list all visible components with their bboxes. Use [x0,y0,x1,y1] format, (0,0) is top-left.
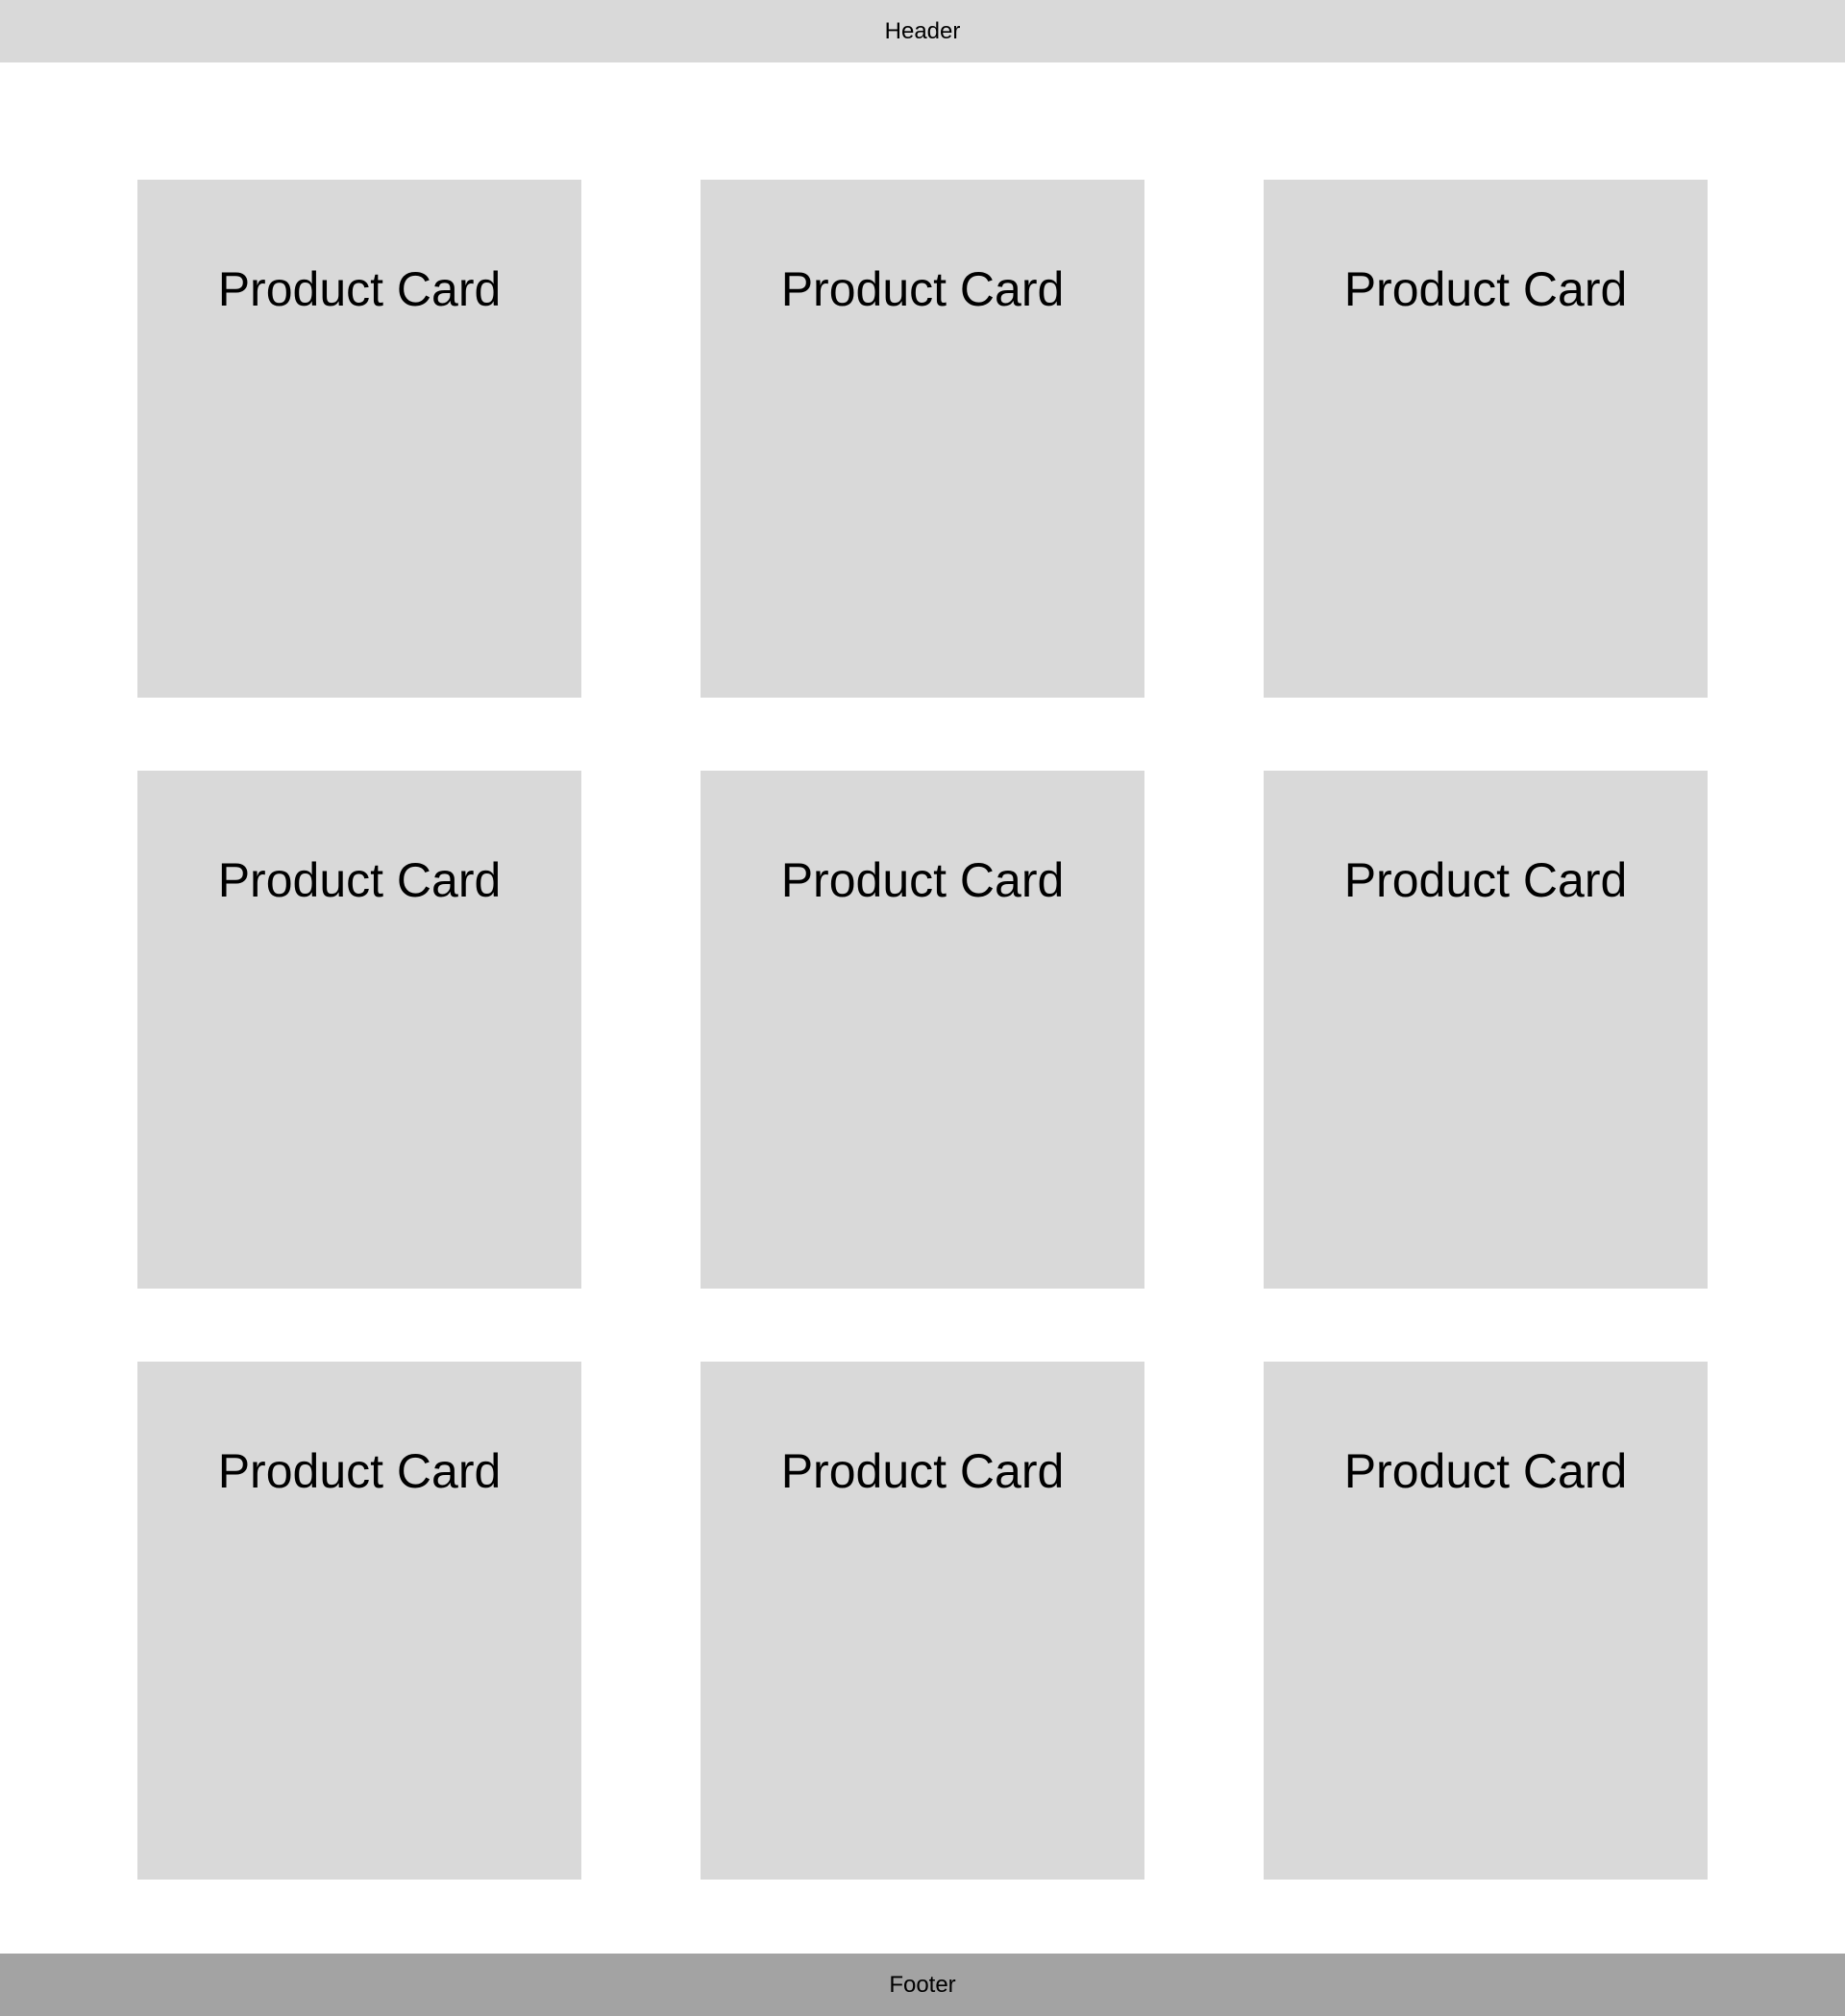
product-card[interactable]: Product Card [701,180,1144,698]
product-card[interactable]: Product Card [1264,771,1708,1289]
product-card[interactable]: Product Card [1264,180,1708,698]
footer: Footer [0,1954,1845,2016]
product-grid: Product Card Product Card Product Card P… [137,180,1708,1880]
product-card[interactable]: Product Card [137,1362,581,1880]
product-card-label: Product Card [1343,853,1628,907]
header: Header [0,0,1845,62]
page: Header Product Card Product Card Product… [0,0,1845,2016]
product-card-label: Product Card [780,1444,1065,1498]
footer-label: Footer [889,1971,956,1998]
product-card-label: Product Card [217,1444,502,1498]
product-card-label: Product Card [217,853,502,907]
product-card[interactable]: Product Card [1264,1362,1708,1880]
header-label: Header [884,17,961,44]
product-card-label: Product Card [780,853,1065,907]
product-card[interactable]: Product Card [137,771,581,1289]
product-card-label: Product Card [1343,1444,1628,1498]
product-card[interactable]: Product Card [137,180,581,698]
product-card-label: Product Card [1343,262,1628,316]
product-card-label: Product Card [780,262,1065,316]
product-card[interactable]: Product Card [701,771,1144,1289]
product-card-label: Product Card [217,262,502,316]
product-card[interactable]: Product Card [701,1362,1144,1880]
